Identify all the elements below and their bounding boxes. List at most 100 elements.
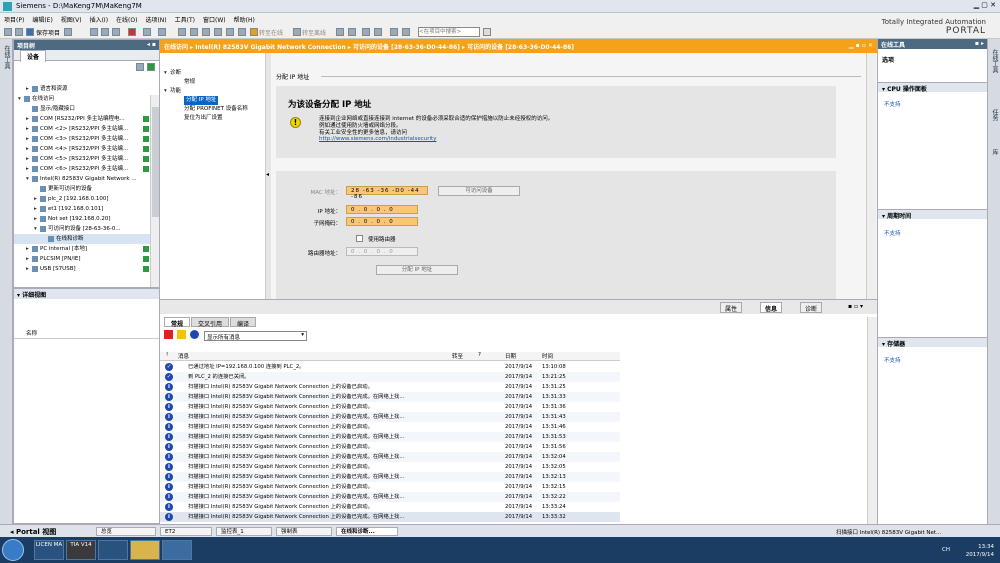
new-project-icon[interactable]: [4, 28, 12, 36]
search-input[interactable]: [418, 27, 480, 37]
go-offline-button[interactable]: 转至离线: [302, 28, 326, 37]
tree-item[interactable]: ▸ 语言和资源: [14, 84, 151, 94]
mac-field[interactable]: 28 -63 -36 -D0 -44 -86: [346, 186, 428, 200]
tree-item[interactable]: ▸ Not set [192.168.0.20]: [14, 214, 151, 224]
ip-address-field[interactable]: 0 . 0 . 0 . 0: [346, 205, 418, 214]
split-horizontal-icon[interactable]: [362, 28, 370, 36]
browser-icon[interactable]: [98, 540, 128, 560]
cpu-panel-section[interactable]: ▾ CPU 操作面板: [878, 82, 988, 93]
tree-item[interactable]: ▸ COM <5> [RS232/PPI 多主站编...: [14, 154, 151, 164]
app-icon[interactable]: [162, 540, 192, 560]
tree-item[interactable]: ▾ 可访问的设备 [28-63-36-0...: [14, 224, 151, 234]
editor-tab[interactable]: 监控表_1: [216, 527, 272, 536]
taskbar-app[interactable]: TIA V14: [66, 540, 96, 560]
assign-ip-button[interactable]: 分配 IP 地址: [376, 265, 458, 275]
delete-icon[interactable]: [128, 28, 136, 36]
upload-icon[interactable]: [202, 28, 210, 36]
folder-icon[interactable]: [130, 540, 160, 560]
plc-stop-icon[interactable]: [238, 28, 246, 36]
table-row[interactable]: i 扫描接口 Intel(R) 82583V Gigabit Network Co…: [160, 412, 620, 422]
cross-reference-icon[interactable]: [348, 28, 356, 36]
nav-item[interactable]: 分配 IP 地址: [160, 96, 265, 105]
editor-tab[interactable]: ET2: [160, 527, 212, 536]
tree-item[interactable]: ▸ COM <2> [RS232/PPI 多主站编...: [14, 124, 151, 134]
nav-item[interactable]: ▾ 功能: [160, 87, 265, 96]
table-row[interactable]: i 扫描接口 Intel(R) 82583V Gigabit Network Co…: [160, 472, 620, 482]
print-icon[interactable]: [64, 28, 72, 36]
nav-item[interactable]: 分配 PROFINET 设备名称: [160, 105, 265, 114]
go-online-icon[interactable]: [250, 28, 258, 36]
editor-tab-active[interactable]: 在线和诊断...: [336, 527, 398, 536]
tree-item[interactable]: ▸ USB [S7USB]: [14, 264, 151, 274]
table-row[interactable]: i 扫描接口 Intel(R) 82583V Gigabit Network Co…: [160, 432, 620, 442]
tab-general[interactable]: 常规: [164, 317, 191, 328]
tab-diagnostics[interactable]: 诊断: [800, 302, 823, 313]
left-collapsed-strip[interactable]: 在线工具: [0, 39, 13, 524]
tab-cross-reference[interactable]: 交叉引用: [191, 317, 230, 328]
save-icon[interactable]: [26, 28, 34, 36]
inspector-window-controls[interactable]: ▪ ▫ ▾: [848, 303, 863, 310]
tab-properties[interactable]: 属性: [720, 302, 743, 313]
detail-view-header[interactable]: ▾ 详细视图: [14, 289, 159, 299]
warning-filter-icon[interactable]: [176, 330, 186, 339]
table-row[interactable]: ✓ 已通过地址 IP=192.168.0.100 连接到 PLC_2。 2017/9…: [160, 362, 620, 372]
strip-tab-online-tools[interactable]: 在线工具: [990, 49, 999, 73]
table-row[interactable]: i 扫描接口 Intel(R) 82583V Gigabit Network Co…: [160, 392, 620, 402]
security-link[interactable]: http://www.siemens.com/industrialsecurit…: [319, 136, 436, 142]
cut-icon[interactable]: [90, 28, 98, 36]
download-icon[interactable]: [190, 28, 198, 36]
tab-compile[interactable]: 编译: [230, 317, 257, 328]
copy-icon[interactable]: [101, 28, 109, 36]
tree-scrollbar[interactable]: [150, 95, 159, 287]
router-checkbox[interactable]: [356, 235, 363, 242]
error-filter-icon[interactable]: [164, 330, 173, 339]
tree-item[interactable]: ▸ COM [RS232/PPI 多主站编程电...: [14, 114, 151, 124]
clock[interactable]: 13:34 2017/9/14: [966, 543, 994, 559]
table-row[interactable]: i 扫描接口 Intel(R) 82583V Gigabit Network Co…: [160, 422, 620, 432]
table-row[interactable]: i 扫描接口 Intel(R) 82583V Gigabit Network Co…: [160, 492, 620, 502]
tree-item[interactable]: 显示/隐藏接口: [14, 104, 151, 114]
taskbar-app[interactable]: LICEN MA: [34, 540, 64, 560]
nav-item[interactable]: 常规: [160, 78, 265, 87]
strip-tab-tasks[interactable]: 任务: [990, 109, 999, 121]
strip-tab-libraries[interactable]: 库: [990, 149, 999, 155]
table-row[interactable]: i 扫描接口 Intel(R) 82583V Gigabit Network Co…: [160, 482, 620, 492]
editor-scrollbar[interactable]: [866, 53, 876, 299]
save-project-button[interactable]: 保存项目: [36, 28, 60, 37]
scroll-thumb[interactable]: [152, 107, 159, 217]
tree-item[interactable]: ▸ COM <3> [RS232/PPI 多主站编...: [14, 134, 151, 144]
go-online-button[interactable]: 转至在线: [259, 28, 283, 37]
go-offline-icon[interactable]: [293, 28, 301, 36]
editor-tab[interactable]: 总览: [96, 527, 156, 536]
tree-item[interactable]: 在线和诊断: [14, 234, 151, 244]
accessible-devices-icon[interactable]: [336, 28, 344, 36]
compile-icon[interactable]: [178, 28, 186, 36]
memory-section[interactable]: ▾ 存储器: [878, 337, 988, 348]
editor-tab[interactable]: 强制表: [276, 527, 332, 536]
message-filter-select[interactable]: 显示所有消息 ▾: [204, 331, 307, 341]
table-row[interactable]: i 扫描接口 Intel(R) 82583V Gigabit Network Co…: [160, 402, 620, 412]
info-filter-icon[interactable]: [189, 330, 199, 339]
simulate-icon[interactable]: [214, 28, 222, 36]
window-controls[interactable]: ▁ ▢ ✕: [974, 1, 996, 9]
window-icon[interactable]: [390, 28, 398, 36]
editor-window-controls[interactable]: ▁ ▪ ▫ ✕: [849, 42, 873, 49]
tree-item[interactable]: ▾ Intel(R) 82583V Gigabit Network ...: [14, 174, 151, 184]
tree-item[interactable]: ▸ plc_2 [192.168.0.100]: [14, 194, 151, 204]
redo-icon[interactable]: [158, 28, 166, 36]
table-row[interactable]: i 扫描接口 Intel(R) 82583V Gigabit Network Co…: [160, 452, 620, 462]
router-address-field[interactable]: 0 . 0 . 0 . 0: [346, 247, 418, 256]
accessible-devices-button[interactable]: 可访问设备: [438, 186, 520, 196]
start-button-icon[interactable]: [2, 539, 24, 561]
pin-icon[interactable]: ▪ ▸: [975, 40, 984, 47]
tree-item[interactable]: ▾ 在线访问: [14, 94, 151, 104]
tree-item[interactable]: ▸ PC internal [本地]: [14, 244, 151, 254]
table-row[interactable]: i 扫描接口 Intel(R) 82583V Gigabit Network Co…: [160, 462, 620, 472]
nav-item[interactable]: ▾ 诊断: [160, 69, 265, 78]
paste-icon[interactable]: [112, 28, 120, 36]
tray-language[interactable]: CH: [942, 547, 950, 553]
inspector-scrollbar[interactable]: [867, 317, 877, 525]
tree-item[interactable]: ▸ COM <6> [RS232/PPI 多主站编...: [14, 164, 151, 174]
nav-item[interactable]: 复位为出厂设置: [160, 114, 265, 123]
tree-item[interactable]: ▸ PLCSIM [PN/IE]: [14, 254, 151, 264]
